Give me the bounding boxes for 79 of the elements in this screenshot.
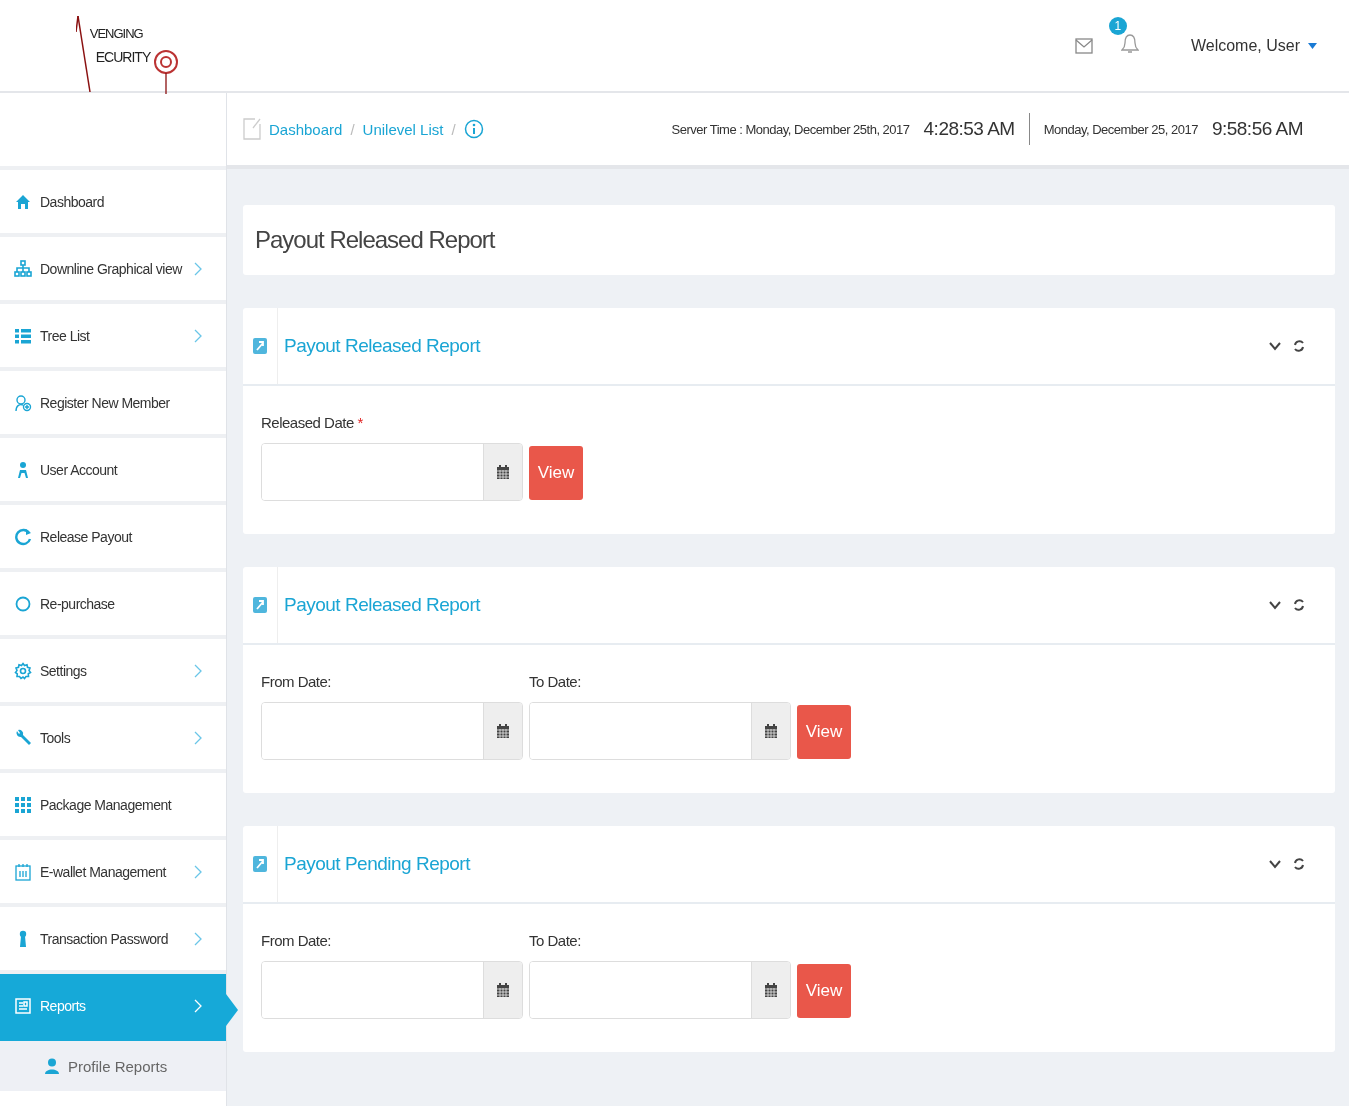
sidebar-label: Re-purchase (40, 595, 115, 612)
sidebar-label: Package Management (40, 796, 172, 813)
external-link-icon (253, 597, 267, 613)
panel-title: Payout Released Report (284, 335, 480, 357)
sidebar-item[interactable]: Tools (0, 706, 226, 773)
edit-icon (243, 118, 261, 140)
calendar-icon[interactable] (496, 723, 510, 739)
panel-title: Payout Released Report (284, 594, 480, 616)
field-label: Released Date * (261, 414, 364, 431)
sidebar-label: E-wallet Management (40, 863, 166, 880)
view-button[interactable]: View (797, 705, 851, 759)
sidebar-label: Profile Reports (68, 1057, 168, 1075)
view-button[interactable]: View (797, 964, 851, 1018)
calendar-icon[interactable] (496, 982, 510, 998)
sidebar-label: Dashboard (40, 193, 104, 210)
user-menu[interactable]: Welcome, User (1190, 36, 1317, 55)
calendar-icon[interactable] (764, 982, 778, 998)
reload-icon[interactable] (1293, 857, 1305, 871)
server-time: 4:28:53 AM (923, 118, 1015, 140)
sidebar-label: Tree List (40, 327, 90, 344)
external-link-icon (253, 338, 267, 354)
sidebar-label: Transaction Password (40, 930, 168, 947)
breadcrumb-separator: / (451, 120, 456, 138)
add-user-icon (14, 393, 32, 412)
sidebar-item[interactable]: Downline Graphical view (0, 237, 226, 304)
field-label: From Date: (261, 673, 332, 690)
field-label: To Date: (529, 932, 582, 949)
bell-icon[interactable] (1120, 32, 1139, 55)
sidebar-label: Settings (40, 662, 87, 679)
report-icon (14, 996, 32, 1015)
sidebar-label: Downline Graphical view (40, 260, 182, 277)
local-time: 9:58:56 AM (1211, 118, 1303, 140)
mail-icon[interactable] (1074, 36, 1093, 55)
sidebar-label: Release Payout (40, 528, 132, 545)
sidebar-item[interactable]: User Account (0, 438, 226, 505)
reload-icon[interactable] (1293, 339, 1305, 353)
panel-title: Payout Pending Report (284, 853, 470, 875)
grid-icon (14, 795, 32, 814)
page-title: Payout Released Report (255, 226, 495, 254)
info-icon[interactable] (463, 119, 484, 139)
sidebar-item[interactable]: Settings (0, 639, 226, 706)
local-date: Monday, December 25, 2017 (1043, 121, 1198, 137)
sidebar-label: Tools (40, 729, 71, 746)
sidebar-item[interactable]: E-wallet Management (0, 840, 226, 907)
sidebar-label: Reports (40, 997, 86, 1014)
sidebar-label: Register New Member (40, 394, 170, 411)
collapse-icon[interactable] (1269, 341, 1281, 351)
refresh-icon (14, 527, 32, 546)
breadcrumb-separator: / (350, 120, 355, 138)
sidebar-subitem[interactable]: Profile Reports (0, 1041, 226, 1091)
settings-icon (14, 661, 32, 680)
caret-icon (1308, 42, 1317, 49)
sidebar-item[interactable]: Re-purchase (0, 572, 226, 639)
logo-text: VENGING (88, 26, 144, 41)
sidebar-item[interactable]: Dashboard (0, 170, 226, 237)
calendar-icon (14, 862, 32, 881)
field-label: To Date: (529, 673, 582, 690)
external-link-icon (253, 856, 267, 872)
home-icon (14, 192, 32, 211)
reload-icon[interactable] (1293, 598, 1305, 612)
sidebar-item[interactable]: Release Payout (0, 505, 226, 572)
sidebar-item[interactable]: Tree List (0, 304, 226, 371)
user-icon (44, 1058, 60, 1074)
circle-icon (14, 594, 32, 613)
view-button[interactable]: View (529, 446, 583, 500)
list-icon (14, 326, 32, 345)
sidebar-item[interactable]: Register New Member (0, 371, 226, 438)
server-time-label: Server Time : Monday, December 25th, 2017 (671, 121, 910, 137)
logo-text: ECURITY (94, 49, 151, 65)
collapse-icon[interactable] (1269, 859, 1281, 869)
hierarchy-icon (14, 259, 32, 278)
sidebar-item[interactable]: Package Management (0, 773, 226, 840)
sidebar-label: User Account (40, 461, 118, 478)
field-label: From Date: (261, 932, 332, 949)
notification-badge: 1 (1108, 16, 1127, 35)
calendar-icon[interactable] (764, 723, 778, 739)
calendar-icon[interactable] (496, 464, 510, 480)
collapse-icon[interactable] (1269, 600, 1281, 610)
wrench-icon (14, 728, 32, 747)
